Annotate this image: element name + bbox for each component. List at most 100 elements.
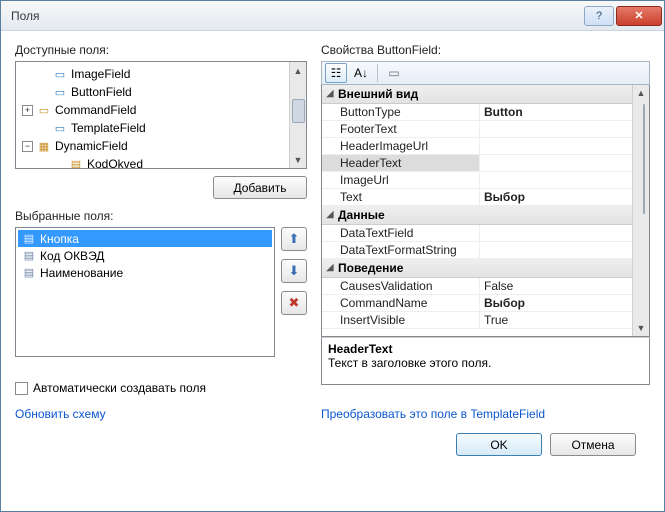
scroll-up-icon[interactable]: ▲: [290, 62, 306, 79]
tree-item[interactable]: −▦DynamicField: [18, 137, 304, 155]
dialog-footer: OK Отмена: [15, 427, 650, 456]
convert-template-link[interactable]: Преобразовать это поле в TemplateField: [321, 407, 545, 421]
field-type-icon: ▭: [52, 85, 68, 99]
property-value[interactable]: [480, 242, 632, 258]
field-icon: ▤: [21, 249, 37, 263]
tree-item-label: TemplateField: [71, 121, 146, 135]
scroll-thumb[interactable]: [292, 99, 305, 123]
field-type-icon: ▭: [52, 67, 68, 81]
auto-create-checkbox[interactable]: [15, 382, 28, 395]
properties-label: Свойства ButtonField:: [321, 43, 650, 57]
tb-props-icon[interactable]: ▭: [383, 63, 405, 83]
property-row[interactable]: CommandNameВыбор: [322, 295, 632, 312]
selected-fields-label: Выбранные поля:: [15, 209, 307, 223]
expand-toggle[interactable]: +: [22, 105, 33, 116]
tree-item-label: ImageField: [71, 67, 130, 81]
tree-item[interactable]: ▭ButtonField: [18, 83, 304, 101]
list-item-label: Наименование: [40, 266, 123, 280]
grid-scrollbar[interactable]: ▲ ▼: [632, 85, 649, 337]
available-fields-tree[interactable]: ▭ImageField▭ButtonField+▭CommandField▭Te…: [15, 61, 307, 169]
tree-item-label: CommandField: [55, 103, 136, 117]
left-column: Доступные поля: ▭ImageField▭ButtonField+…: [15, 43, 307, 421]
property-grid[interactable]: ◢Внешний видButtonTypeButtonFooterTextHe…: [321, 85, 650, 338]
close-button[interactable]: ✕: [616, 6, 662, 26]
property-name: HeaderImageUrl: [322, 138, 480, 154]
auto-create-label: Автоматически создавать поля: [33, 381, 206, 395]
property-value[interactable]: [480, 172, 632, 188]
list-item-label: Кнопка: [40, 232, 79, 246]
property-value[interactable]: [480, 121, 632, 137]
tree-item[interactable]: +▭CommandField: [18, 101, 304, 119]
property-name: DataTextField: [322, 225, 480, 241]
property-value[interactable]: [480, 138, 632, 154]
property-name: Text: [322, 189, 480, 205]
field-type-icon: ▭: [52, 121, 68, 135]
reorder-buttons: ⬆ ⬇ ✖: [281, 227, 307, 357]
update-schema-link[interactable]: Обновить схему: [15, 407, 106, 421]
property-row[interactable]: HeaderText: [322, 155, 632, 172]
tree-scrollbar[interactable]: ▲ ▼: [289, 62, 306, 168]
scroll-thumb[interactable]: [643, 104, 645, 214]
property-category[interactable]: ◢Поведение: [322, 259, 632, 278]
property-value[interactable]: [480, 225, 632, 241]
tb-categorized-icon[interactable]: ☷: [325, 63, 347, 83]
list-item[interactable]: ▤Код ОКВЭД: [18, 247, 272, 264]
scroll-down-icon[interactable]: ▼: [633, 319, 649, 336]
tree-item[interactable]: ▭ImageField: [18, 65, 304, 83]
list-item[interactable]: ▤Кнопка: [18, 230, 272, 247]
help-button[interactable]: ?: [584, 6, 614, 26]
tb-alpha-icon[interactable]: A↓: [350, 63, 372, 83]
toolbar-separator: [377, 64, 378, 82]
property-row[interactable]: DataTextFormatString: [322, 242, 632, 259]
scroll-up-icon[interactable]: ▲: [633, 85, 649, 102]
field-icon: ▤: [21, 232, 37, 246]
property-category[interactable]: ◢Данные: [322, 206, 632, 225]
desc-text: Текст в заголовке этого поля.: [328, 356, 643, 370]
property-row[interactable]: TextВыбор: [322, 189, 632, 206]
delete-button[interactable]: ✖: [281, 291, 307, 315]
titlebar: Поля ? ✕: [1, 1, 664, 31]
property-value[interactable]: True: [480, 312, 632, 328]
property-value[interactable]: Выбор: [480, 189, 632, 205]
collapse-icon[interactable]: ◢: [322, 88, 338, 99]
ok-button[interactable]: OK: [456, 433, 542, 456]
property-row[interactable]: HeaderImageUrl: [322, 138, 632, 155]
expand-toggle[interactable]: −: [22, 141, 33, 152]
cancel-button[interactable]: Отмена: [550, 433, 636, 456]
property-name: ImageUrl: [322, 172, 480, 188]
list-item-label: Код ОКВЭД: [40, 249, 104, 263]
property-row[interactable]: CausesValidationFalse: [322, 278, 632, 295]
dialog-window: Поля ? ✕ Доступные поля: ▭ImageField▭But…: [0, 0, 665, 512]
auto-create-row: Автоматически создавать поля: [15, 377, 307, 395]
property-row[interactable]: FooterText: [322, 121, 632, 138]
move-up-button[interactable]: ⬆: [281, 227, 307, 251]
available-fields-label: Доступные поля:: [15, 43, 307, 57]
property-category[interactable]: ◢Внешний вид: [322, 85, 632, 104]
tree-item[interactable]: ▭TemplateField: [18, 119, 304, 137]
property-row[interactable]: DataTextField: [322, 225, 632, 242]
property-name: FooterText: [322, 121, 480, 137]
field-type-icon: ▦: [36, 139, 52, 153]
property-row[interactable]: ButtonTypeButton: [322, 104, 632, 121]
selected-fields-list[interactable]: ▤Кнопка▤Код ОКВЭД▤Наименование: [15, 227, 275, 357]
property-name: InsertVisible: [322, 312, 480, 328]
property-value[interactable]: Button: [480, 104, 632, 120]
tree-item-label: ButtonField: [71, 85, 132, 99]
property-value[interactable]: Выбор: [480, 295, 632, 311]
collapse-icon[interactable]: ◢: [322, 209, 338, 220]
category-title: Внешний вид: [338, 87, 418, 101]
tree-item-label: KodOkved: [87, 157, 143, 169]
tree-item[interactable]: ▤KodOkved: [18, 155, 304, 169]
property-row[interactable]: ImageUrl: [322, 172, 632, 189]
property-name: CommandName: [322, 295, 480, 311]
right-column: Свойства ButtonField: ☷ A↓ ▭ ◢Внешний ви…: [321, 43, 650, 421]
property-value[interactable]: [480, 155, 632, 171]
add-button[interactable]: Добавить: [213, 176, 307, 199]
scroll-down-icon[interactable]: ▼: [290, 151, 306, 168]
property-row[interactable]: InsertVisibleTrue: [322, 312, 632, 329]
list-item[interactable]: ▤Наименование: [18, 264, 272, 281]
tree-item-label: DynamicField: [55, 139, 128, 153]
property-value[interactable]: False: [480, 278, 632, 294]
collapse-icon[interactable]: ◢: [322, 262, 338, 273]
move-down-button[interactable]: ⬇: [281, 259, 307, 283]
